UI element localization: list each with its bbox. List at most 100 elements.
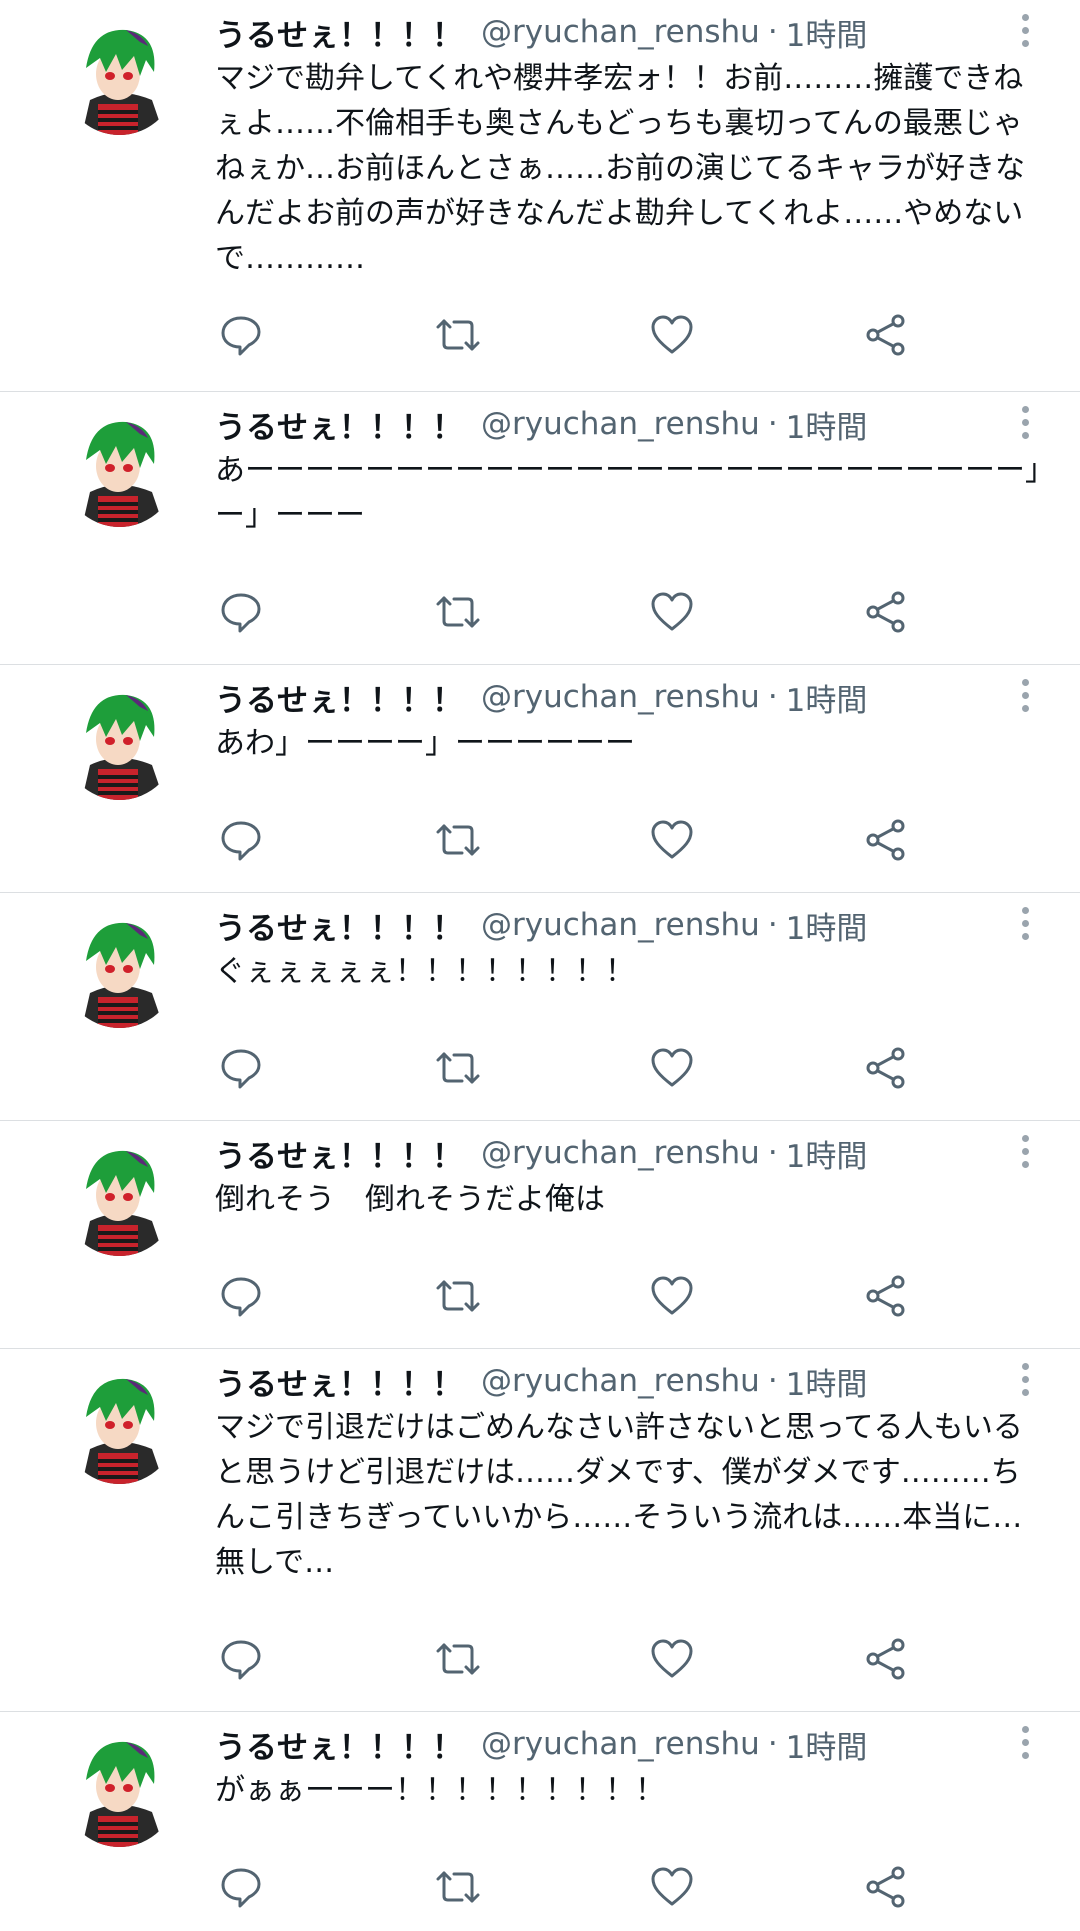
tweet-text: 倒れそう 倒れそうだよ俺は <box>215 1182 605 1217</box>
tweet-text: がぁぁーーー！！！！！！！！！ <box>215 1773 665 1808</box>
heart-icon[interactable] <box>646 310 698 360</box>
heart-icon[interactable] <box>646 1043 698 1093</box>
timestamp[interactable]: 1時間 <box>786 10 868 55</box>
heart-icon[interactable] <box>646 1634 698 1684</box>
tweet-content: うるせぇ！！！！ @ryuchan_renshu · 1時間 がぁぁーーー！！！… <box>215 1722 1040 1813</box>
tweet-actions <box>0 1862 1080 1912</box>
retweet-icon[interactable] <box>432 815 484 865</box>
share-icon[interactable] <box>860 1634 912 1684</box>
tweet-header: うるせぇ！！！！ @ryuchan_renshu · 1時間 <box>215 675 1040 719</box>
timestamp[interactable]: 1時間 <box>786 903 868 948</box>
tweet-header: うるせぇ！！！！ @ryuchan_renshu · 1時間 <box>215 1722 1040 1766</box>
timeline-feed: うるせぇ！！！！ @ryuchan_renshu · 1時間 マジで勘弁してくれ… <box>0 0 1080 1931</box>
avatar[interactable] <box>62 20 177 135</box>
tweet[interactable]: うるせぇ！！！！ @ryuchan_renshu · 1時間 マジで勘弁してくれ… <box>0 0 1080 392</box>
heart-icon[interactable] <box>646 815 698 865</box>
tweet-header: うるせぇ！！！！ @ryuchan_renshu · 1時間 <box>215 10 1040 54</box>
more-vertical-icon[interactable] <box>1020 1363 1030 1401</box>
separator-dot: · <box>767 907 778 943</box>
retweet-icon[interactable] <box>432 310 484 360</box>
user-handle[interactable]: @ryuchan_renshu <box>481 14 760 50</box>
heart-icon[interactable] <box>646 1862 698 1912</box>
share-icon[interactable] <box>860 310 912 360</box>
tweet-actions <box>0 587 1080 637</box>
display-name[interactable]: うるせぇ！！！！ <box>215 903 463 948</box>
heart-icon[interactable] <box>646 587 698 637</box>
share-icon[interactable] <box>860 1862 912 1912</box>
share-icon[interactable] <box>860 1271 912 1321</box>
tweet-header: うるせぇ！！！！ @ryuchan_renshu · 1時間 <box>215 402 1040 446</box>
tweet-text: マジで勘弁してくれや櫻井孝宏ォ！！お前………擁護できねぇよ……不倫相手も奥さんも… <box>215 61 1025 276</box>
reply-icon[interactable] <box>215 587 267 637</box>
tweet[interactable]: うるせぇ！！！！ @ryuchan_renshu · 1時間 がぁぁーーー！！！… <box>0 1712 1080 1931</box>
reply-icon[interactable] <box>215 310 267 360</box>
avatar[interactable] <box>62 1369 177 1484</box>
tweet-header: うるせぇ！！！！ @ryuchan_renshu · 1時間 <box>215 1359 1040 1403</box>
retweet-icon[interactable] <box>432 587 484 637</box>
tweet-actions <box>0 1634 1080 1684</box>
retweet-icon[interactable] <box>432 1862 484 1912</box>
tweet-content: うるせぇ！！！！ @ryuchan_renshu · 1時間 あーーーーーーーー… <box>215 402 1040 538</box>
separator-dot: · <box>767 1363 778 1399</box>
avatar[interactable] <box>62 1141 177 1256</box>
more-vertical-icon[interactable] <box>1020 1726 1030 1764</box>
reply-icon[interactable] <box>215 1271 267 1321</box>
tweet[interactable]: うるせぇ！！！！ @ryuchan_renshu · 1時間 あわ」ーーーー」ー… <box>0 665 1080 893</box>
separator-dot: · <box>767 679 778 715</box>
display-name[interactable]: うるせぇ！！！！ <box>215 1359 463 1404</box>
timestamp[interactable]: 1時間 <box>786 1722 868 1767</box>
tweet-content: うるせぇ！！！！ @ryuchan_renshu · 1時間 あわ」ーーーー」ー… <box>215 675 1040 766</box>
avatar[interactable] <box>62 685 177 800</box>
timestamp[interactable]: 1時間 <box>786 1131 868 1176</box>
retweet-icon[interactable] <box>432 1634 484 1684</box>
tweet[interactable]: うるせぇ！！！！ @ryuchan_renshu · 1時間 あーーーーーーーー… <box>0 392 1080 665</box>
tweet-content: うるせぇ！！！！ @ryuchan_renshu · 1時間 ぐぇぇぇぇぇ！！！… <box>215 903 1040 994</box>
reply-icon[interactable] <box>215 1634 267 1684</box>
timestamp[interactable]: 1時間 <box>786 1359 868 1404</box>
reply-icon[interactable] <box>215 1043 267 1093</box>
separator-dot: · <box>767 406 778 442</box>
user-handle[interactable]: @ryuchan_renshu <box>481 1135 760 1171</box>
user-handle[interactable]: @ryuchan_renshu <box>481 406 760 442</box>
tweet-text: あわ」ーーーー」ーーーーーー <box>215 726 635 761</box>
retweet-icon[interactable] <box>432 1043 484 1093</box>
avatar[interactable] <box>62 412 177 527</box>
more-vertical-icon[interactable] <box>1020 907 1030 945</box>
tweet-text: あーーーーーーーーーーーーーーーーーーーーーーーーーー」ー」ーーー <box>215 453 1040 533</box>
share-icon[interactable] <box>860 815 912 865</box>
more-vertical-icon[interactable] <box>1020 14 1030 52</box>
user-handle[interactable]: @ryuchan_renshu <box>481 1363 760 1399</box>
heart-icon[interactable] <box>646 1271 698 1321</box>
display-name[interactable]: うるせぇ！！！！ <box>215 675 463 720</box>
tweet-content: うるせぇ！！！！ @ryuchan_renshu · 1時間 倒れそう 倒れそう… <box>215 1131 1040 1222</box>
tweet-header: うるせぇ！！！！ @ryuchan_renshu · 1時間 <box>215 1131 1040 1175</box>
display-name[interactable]: うるせぇ！！！！ <box>215 1722 463 1767</box>
separator-dot: · <box>767 14 778 50</box>
display-name[interactable]: うるせぇ！！！！ <box>215 10 463 55</box>
timestamp[interactable]: 1時間 <box>786 402 868 447</box>
tweet-content: うるせぇ！！！！ @ryuchan_renshu · 1時間 マジで勘弁してくれ… <box>215 10 1040 281</box>
retweet-icon[interactable] <box>432 1271 484 1321</box>
tweet[interactable]: うるせぇ！！！！ @ryuchan_renshu · 1時間 ぐぇぇぇぇぇ！！！… <box>0 893 1080 1121</box>
tweet-actions <box>0 1043 1080 1093</box>
tweet-actions <box>0 1271 1080 1321</box>
avatar[interactable] <box>62 913 177 1028</box>
display-name[interactable]: うるせぇ！！！！ <box>215 402 463 447</box>
timestamp[interactable]: 1時間 <box>786 675 868 720</box>
tweet[interactable]: うるせぇ！！！！ @ryuchan_renshu · 1時間 倒れそう 倒れそう… <box>0 1121 1080 1349</box>
share-icon[interactable] <box>860 1043 912 1093</box>
display-name[interactable]: うるせぇ！！！！ <box>215 1131 463 1176</box>
tweet-content: うるせぇ！！！！ @ryuchan_renshu · 1時間 マジで引退だけはご… <box>215 1359 1040 1585</box>
share-icon[interactable] <box>860 587 912 637</box>
reply-icon[interactable] <box>215 1862 267 1912</box>
tweet[interactable]: うるせぇ！！！！ @ryuchan_renshu · 1時間 マジで引退だけはご… <box>0 1349 1080 1712</box>
user-handle[interactable]: @ryuchan_renshu <box>481 907 760 943</box>
reply-icon[interactable] <box>215 815 267 865</box>
user-handle[interactable]: @ryuchan_renshu <box>481 679 760 715</box>
user-handle[interactable]: @ryuchan_renshu <box>481 1726 760 1762</box>
avatar[interactable] <box>62 1732 177 1847</box>
more-vertical-icon[interactable] <box>1020 1135 1030 1173</box>
separator-dot: · <box>767 1135 778 1171</box>
more-vertical-icon[interactable] <box>1020 679 1030 717</box>
more-vertical-icon[interactable] <box>1020 406 1030 444</box>
